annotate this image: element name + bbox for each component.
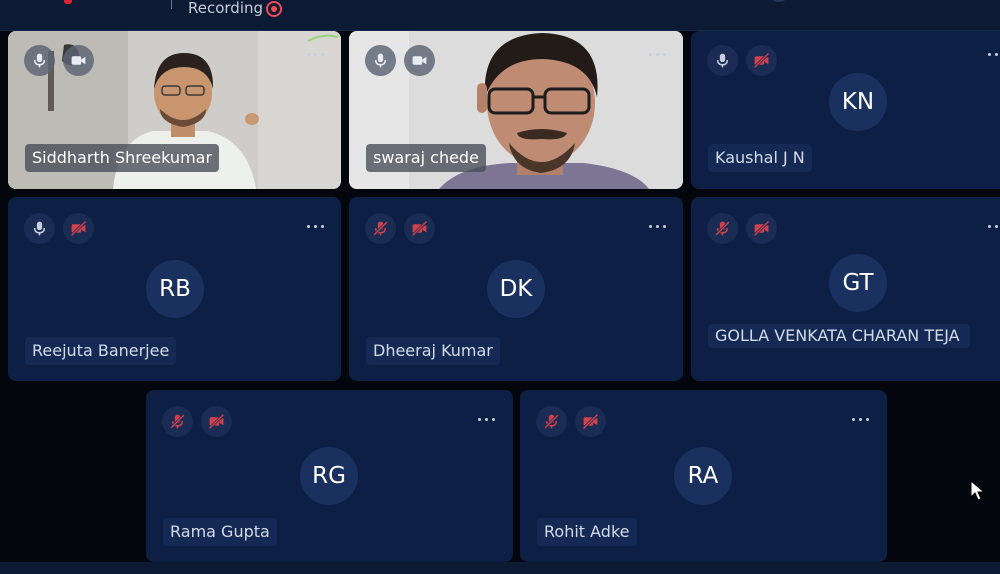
video-camera-icon	[71, 56, 86, 65]
participant-name: GOLLA VENKATA CHARAN TEJA	[708, 324, 970, 348]
more-options-icon[interactable]	[647, 45, 669, 63]
more-options-icon[interactable]	[647, 217, 669, 235]
video-camera-off-icon	[753, 52, 770, 69]
participant-tile-rama[interactable]: RG Rama Gupta	[146, 390, 513, 562]
header-menu-icon[interactable]	[772, 0, 786, 2]
avatar: KN	[829, 73, 887, 131]
microphone-icon	[33, 221, 46, 236]
participant-name: Rohit Adke	[537, 518, 637, 546]
app-logo	[64, 0, 72, 4]
participant-tile-rohit[interactable]: RA Rohit Adke	[520, 390, 887, 562]
more-options-icon[interactable]	[305, 217, 327, 235]
participant-tile-swaraj[interactable]: swaraj chede	[349, 31, 683, 189]
camera-off-button[interactable]	[746, 213, 777, 244]
mic-on-button[interactable]	[365, 45, 396, 76]
mouse-cursor-icon	[970, 480, 986, 501]
microphone-off-icon	[373, 221, 388, 236]
microphone-icon	[716, 53, 729, 68]
microphone-off-icon	[544, 414, 559, 429]
more-options-icon[interactable]	[986, 217, 1000, 235]
meeting-toolbar	[0, 562, 1000, 574]
mic-off-button[interactable]	[707, 213, 738, 244]
video-camera-off-icon	[70, 220, 87, 237]
video-camera-icon	[412, 56, 427, 65]
participant-name: Kaushal J N	[708, 144, 812, 172]
camera-off-button[interactable]	[746, 45, 777, 76]
mic-off-button[interactable]	[365, 213, 396, 244]
avatar: RG	[300, 447, 358, 505]
camera-on-button[interactable]	[63, 45, 94, 76]
more-options-icon[interactable]	[986, 45, 1000, 63]
avatar: GT	[829, 254, 887, 312]
participant-name: Dheeraj Kumar	[366, 337, 500, 365]
camera-off-button[interactable]	[63, 213, 94, 244]
video-camera-off-icon	[582, 413, 599, 430]
avatar: RB	[146, 260, 204, 318]
participant-tile-golla[interactable]: GT GOLLA VENKATA CHARAN TEJA	[691, 197, 1000, 381]
camera-off-button[interactable]	[201, 406, 232, 437]
recording-label: Recording	[188, 0, 264, 17]
microphone-off-icon	[170, 414, 185, 429]
microphone-icon	[374, 53, 387, 68]
more-options-icon[interactable]	[305, 45, 327, 63]
camera-off-button[interactable]	[575, 406, 606, 437]
mic-off-button[interactable]	[162, 406, 193, 437]
microphone-icon	[33, 53, 46, 68]
more-options-icon[interactable]	[850, 410, 872, 428]
avatar: RA	[674, 447, 732, 505]
microphone-off-icon	[715, 221, 730, 236]
meeting-header: Recording	[0, 0, 1000, 31]
video-camera-off-icon	[411, 220, 428, 237]
video-camera-off-icon	[753, 220, 770, 237]
mic-on-button[interactable]	[707, 45, 738, 76]
participant-name: Reejuta Banerjee	[25, 337, 177, 365]
camera-on-button[interactable]	[404, 45, 435, 76]
participant-name: Siddharth Shreekumar	[25, 144, 220, 172]
participant-name: swaraj chede	[366, 144, 486, 172]
mic-on-button[interactable]	[24, 213, 55, 244]
avatar: DK	[487, 260, 545, 318]
participant-name: Rama Gupta	[163, 518, 277, 546]
participant-tile-dheeraj[interactable]: DK Dheeraj Kumar	[349, 197, 683, 381]
video-camera-off-icon	[208, 413, 225, 430]
participant-tile-reejuta[interactable]: RB Reejuta Banerjee	[8, 197, 341, 381]
header-divider	[171, 0, 172, 9]
participant-tile-siddharth[interactable]: Siddharth Shreekumar	[8, 31, 341, 189]
camera-off-button[interactable]	[404, 213, 435, 244]
mic-on-button[interactable]	[24, 45, 55, 76]
mic-off-button[interactable]	[536, 406, 567, 437]
participant-tile-kaushal[interactable]: KN Kaushal J N	[691, 31, 1000, 189]
more-options-icon[interactable]	[476, 410, 498, 428]
recording-indicator-icon	[266, 1, 282, 17]
